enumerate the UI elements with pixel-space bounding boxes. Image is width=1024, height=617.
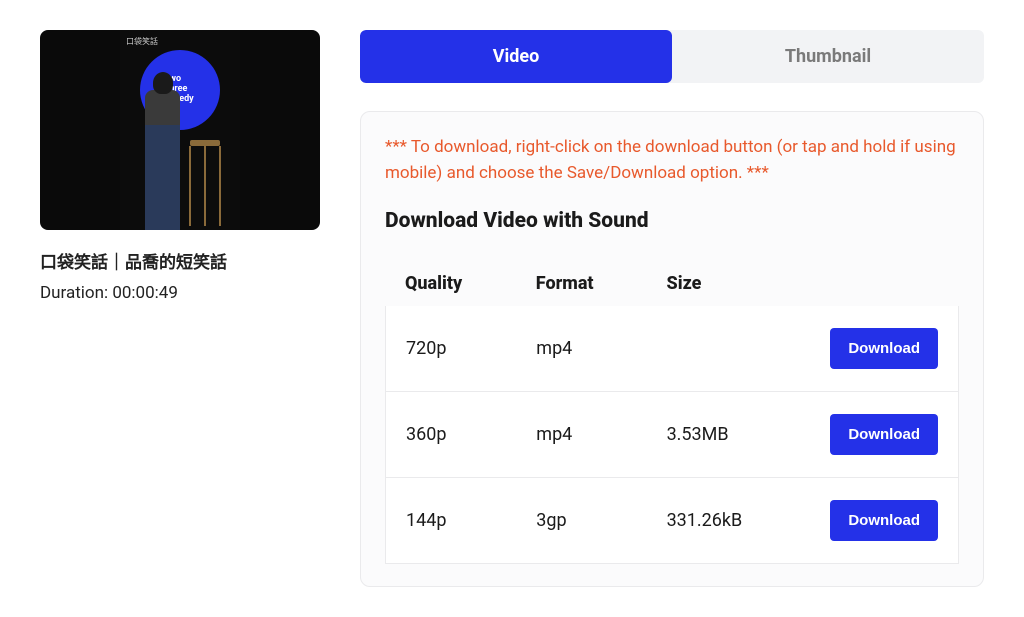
download-panel: Video Thumbnail *** To download, right-c… [360,30,984,587]
download-button[interactable]: Download [830,500,938,541]
video-title: 口袋笑話｜品喬的短笑話 [40,248,320,273]
tab-thumbnail[interactable]: Thumbnail [672,30,984,83]
table-row: 360p mp4 3.53MB Download [385,392,959,478]
video-duration: Duration: 00:00:49 [40,283,320,303]
table-row: 720p mp4 Download [385,306,959,392]
download-button[interactable]: Download [830,328,938,369]
table-header-row: Quality Format Size [385,261,959,306]
col-header-action [808,273,939,294]
thumbnail-watermark: 口袋笑話 [126,36,158,47]
section-title: Download Video with Sound [385,209,959,233]
download-content: *** To download, right-click on the down… [360,111,984,587]
cell-format: 3gp [536,510,666,531]
thumbnail-inner: 口袋笑話 two three omedy [120,30,240,230]
page-container: 口袋笑話 two three omedy 口袋笑話｜品喬的短笑話 [40,30,984,587]
cell-format: mp4 [536,338,666,359]
col-header-format: Format [536,273,667,294]
col-header-size: Size [667,273,809,294]
cell-quality: 144p [406,510,536,531]
video-info-panel: 口袋笑話 two three omedy 口袋笑話｜品喬的短笑話 [40,30,320,587]
download-help-text: *** To download, right-click on the down… [385,134,959,187]
tabs: Video Thumbnail [360,30,984,83]
cell-quality: 360p [406,424,536,445]
download-table: Quality Format Size 720p mp4 Download 36… [385,261,959,564]
thumbnail-stool [185,140,225,230]
thumbnail-person [145,90,180,230]
cell-size: 331.26kB [667,510,808,531]
cell-format: mp4 [536,424,666,445]
cell-size: 3.53MB [667,424,808,445]
thumbnail-person-head [153,72,173,94]
col-header-quality: Quality [405,273,536,294]
video-thumbnail[interactable]: 口袋笑話 two three omedy [40,30,320,230]
tab-video[interactable]: Video [360,30,672,83]
cell-quality: 720p [406,338,536,359]
table-row: 144p 3gp 331.26kB Download [385,478,959,564]
download-button[interactable]: Download [830,414,938,455]
